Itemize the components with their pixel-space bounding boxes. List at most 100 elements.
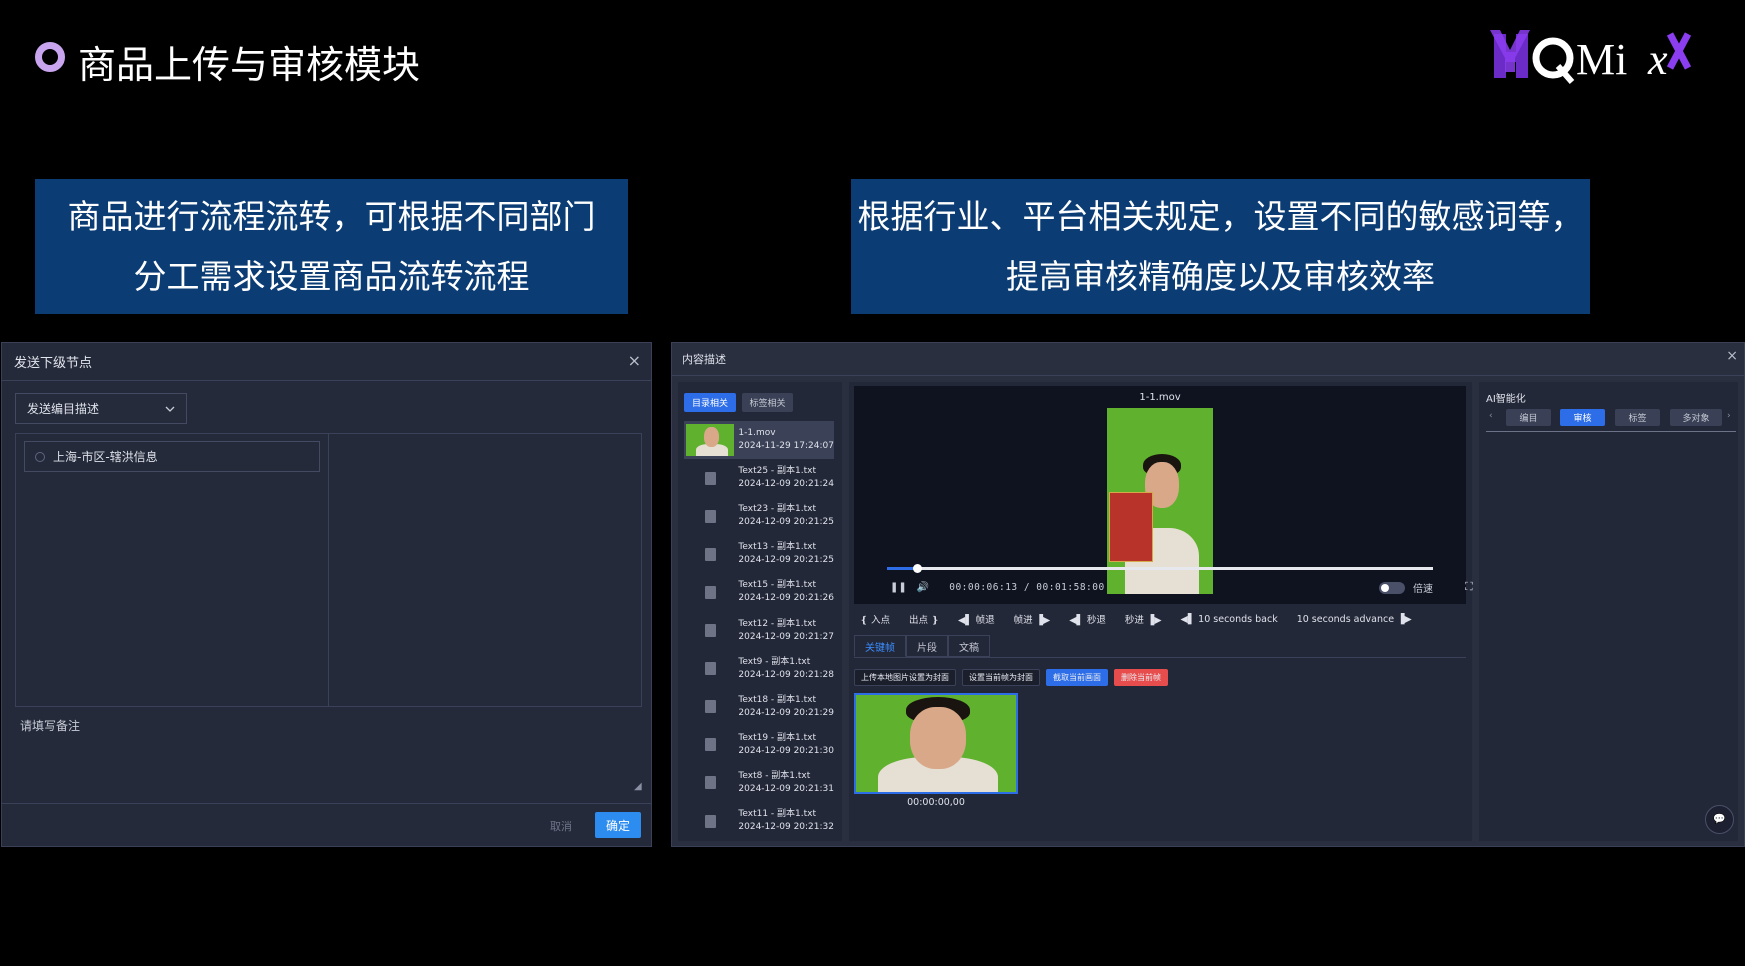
frame-back-button[interactable]: ◀▌ 帧退	[958, 612, 995, 626]
file-list-item[interactable]: 1-1.mov 2024-11-29 17:24:07	[684, 421, 834, 459]
close-icon[interactable]: ×	[1726, 348, 1738, 364]
file-meta: Text25 - 副本1.txt 2024-12-09 20:21:24	[738, 465, 834, 491]
confirm-button[interactable]: 确定	[595, 812, 641, 838]
file-name: Text19 - 副本1.txt	[738, 732, 817, 743]
second-forward-button[interactable]: 秒进 ▐▶	[1125, 612, 1162, 626]
file-date: 2024-12-09 20:21:32	[738, 822, 834, 832]
file-date: 2024-12-09 20:21:28	[738, 669, 834, 680]
speed-toggle[interactable]	[1379, 582, 1405, 594]
file-meta: Text8 - 副本1.txt 2024-12-09 20:21:31	[738, 770, 834, 796]
banner-review: 根据行业、平台相关规定，设置不同的敏感词等， 提高审核精确度以及审核效率	[851, 179, 1590, 314]
file-name: Text15 - 副本1.txt	[738, 580, 817, 591]
file-date: 2024-11-29 17:24:07	[738, 441, 834, 451]
banner-line: 商品进行流程流转，可根据不同部门	[67, 196, 596, 236]
file-date: 2024-12-09 20:21:25	[738, 555, 834, 566]
remark-input[interactable]: 请填写备注	[20, 717, 80, 734]
time-display: 00:00:06:13 / 00:01:58:00	[949, 581, 1105, 593]
set-frame-cover-button[interactable]: 设置当前帧为封面	[962, 669, 1040, 686]
file-list-item[interactable]: Text18 - 副本1.txt 2024-12-09 20:21:29	[684, 688, 834, 726]
ai-tabs: ‹ 编目 审核 标签 多对象 ›	[1489, 409, 1734, 426]
file-list-item[interactable]: Text25 - 副本1.txt 2024-12-09 20:21:24	[684, 459, 834, 497]
file-meta: Text11 - 副本1.txt 2024-12-09 20:21:32	[738, 808, 834, 834]
keyframe-actions: 上传本地图片设置为封面 设置当前帧为封面 截取当前画面 删除当前帧	[854, 669, 1174, 686]
file-name: Text23 - 副本1.txt	[738, 504, 817, 515]
video-player[interactable]: 1-1.mov ❚❚ 🔊 00:00:06:13 / 00:01:58:00 倍…	[854, 386, 1473, 604]
file-date: 2024-12-09 20:21:31	[738, 783, 834, 794]
node-tree-panel: 上海-市区-辖洪信息	[15, 433, 642, 707]
file-meta: Text15 - 副本1.txt 2024-12-09 20:21:26	[738, 579, 834, 605]
text-file-icon	[686, 538, 734, 570]
dialog-title: 内容描述	[682, 353, 726, 366]
file-name: 1-1.mov	[738, 428, 776, 438]
banner-workflow: 商品进行流程流转，可根据不同部门 分工需求设置商品流转流程	[35, 179, 628, 314]
file-list-item[interactable]: Text11 - 副本1.txt 2024-12-09 20:21:32	[684, 802, 834, 840]
ten-seconds-back-button[interactable]: ◀▌ 10 seconds back	[1181, 614, 1278, 625]
file-list-item[interactable]: Text8 - 副本1.txt 2024-12-09 20:21:31	[684, 764, 834, 802]
text-file-icon	[686, 729, 734, 761]
progress-bar[interactable]	[887, 564, 1433, 573]
text-file-icon	[686, 462, 734, 494]
file-list-item[interactable]: Text12 - 副本1.txt 2024-12-09 20:21:27	[684, 612, 834, 650]
ai-panel-title: AI智能化	[1486, 394, 1526, 405]
volume-icon[interactable]: 🔊	[917, 582, 929, 593]
tab-tags[interactable]: 标签相关	[742, 393, 793, 412]
tab-clips[interactable]: 片段	[906, 635, 948, 657]
select-value: 发送编目描述	[27, 402, 100, 416]
file-name: Text18 - 副本1.txt	[738, 694, 817, 705]
svg-text:Mi: Mi	[1576, 35, 1627, 84]
delete-frame-button[interactable]: 删除当前帧	[1114, 669, 1168, 686]
page-title: 商品上传与审核模块	[78, 43, 421, 87]
send-type-select[interactable]: 发送编目描述	[15, 393, 187, 424]
chevron-left-icon[interactable]: ‹	[1489, 411, 1493, 421]
player-controls: ❚❚ 🔊 00:00:06:13 / 00:01:58:00 倍速 ⛶	[890, 579, 1473, 595]
frame-forward-button[interactable]: 帧进 ▐▶	[1014, 612, 1051, 626]
ai-tab-catalog[interactable]: 编目	[1506, 409, 1551, 426]
ai-tab-tags[interactable]: 标签	[1615, 409, 1660, 426]
file-meta: Text19 - 副本1.txt 2024-12-09 20:21:30	[738, 732, 834, 758]
capture-frame-button[interactable]: 截取当前画面	[1046, 669, 1108, 686]
file-name: Text8 - 副本1.txt	[738, 770, 811, 781]
close-icon[interactable]: ×	[628, 351, 641, 370]
file-list-item[interactable]: Text15 - 副本1.txt 2024-12-09 20:21:26	[684, 573, 834, 611]
dialog-title: 发送下级节点	[14, 356, 93, 371]
ten-seconds-advance-button[interactable]: 10 seconds advance ▐▶	[1297, 614, 1412, 625]
ai-panel: AI智能化 ‹ 编目 审核 标签 多对象 › 💬	[1479, 382, 1738, 841]
keyframe-thumbnail[interactable]	[854, 693, 1018, 794]
file-list-item[interactable]: Text13 - 副本1.txt 2024-12-09 20:21:25	[684, 535, 834, 573]
file-name: Text13 - 副本1.txt	[738, 542, 817, 553]
chat-bubble-icon[interactable]: 💬	[1705, 805, 1734, 834]
player-panel: 1-1.mov ❚❚ 🔊 00:00:06:13 / 00:01:58:00 倍…	[849, 382, 1473, 841]
ai-tab-multi-object[interactable]: 多对象	[1670, 409, 1722, 426]
text-file-icon	[686, 615, 734, 647]
file-list-item[interactable]: Text9 - 副本1.txt 2024-12-09 20:21:28	[684, 650, 834, 688]
text-file-icon	[686, 805, 734, 837]
file-list-item[interactable]: Text19 - 副本1.txt 2024-12-09 20:21:30	[684, 726, 834, 764]
file-name: Text11 - 副本1.txt	[738, 809, 817, 819]
product-box	[1109, 492, 1153, 562]
cancel-button[interactable]: 取消	[537, 814, 585, 838]
pause-icon[interactable]: ❚❚	[890, 582, 907, 593]
file-date: 2024-12-09 20:21:26	[738, 593, 834, 604]
upload-cover-button[interactable]: 上传本地图片设置为封面	[854, 669, 956, 686]
tab-transcript[interactable]: 文稿	[948, 635, 990, 657]
speed-label: 倍速	[1413, 584, 1433, 595]
step-controls: ❴ 入点 出点 ❵ ◀▌ 帧退 帧进 ▐▶ ◀▌ 秒退 秒进 ▐▶ ◀▌ 10 …	[860, 609, 1431, 629]
content-description-dialog: 内容描述 × 目录相关 标签相关 1-1.mov 2024-11-29 17:24…	[671, 342, 1745, 847]
fullscreen-icon[interactable]: ⛶	[1465, 580, 1473, 594]
resize-handle-icon[interactable]: ◢	[634, 781, 642, 792]
mark-in-button[interactable]: ❴ 入点	[860, 612, 890, 626]
tree-node-option[interactable]: 上海-市区-辖洪信息	[24, 441, 320, 472]
mark-out-button[interactable]: 出点 ❵	[909, 612, 939, 626]
tab-keyframes[interactable]: 关键帧	[854, 635, 906, 657]
footer-divider	[2, 803, 651, 804]
ai-tab-review[interactable]: 审核	[1560, 409, 1605, 426]
radio-icon[interactable]	[35, 451, 45, 462]
banner-line: 根据行业、平台相关规定，设置不同的敏感词等，	[857, 196, 1584, 236]
second-back-button[interactable]: ◀▌ 秒退	[1069, 612, 1106, 626]
progress-handle[interactable]	[913, 564, 923, 573]
tab-catalog[interactable]: 目录相关	[684, 393, 736, 412]
chevron-right-icon[interactable]: ›	[1727, 411, 1731, 421]
dialog-header: 内容描述 ×	[672, 343, 1744, 376]
file-list-item[interactable]: Text23 - 副本1.txt 2024-12-09 20:21:25	[684, 497, 834, 535]
banner-line: 分工需求设置商品流转流程	[133, 256, 530, 296]
